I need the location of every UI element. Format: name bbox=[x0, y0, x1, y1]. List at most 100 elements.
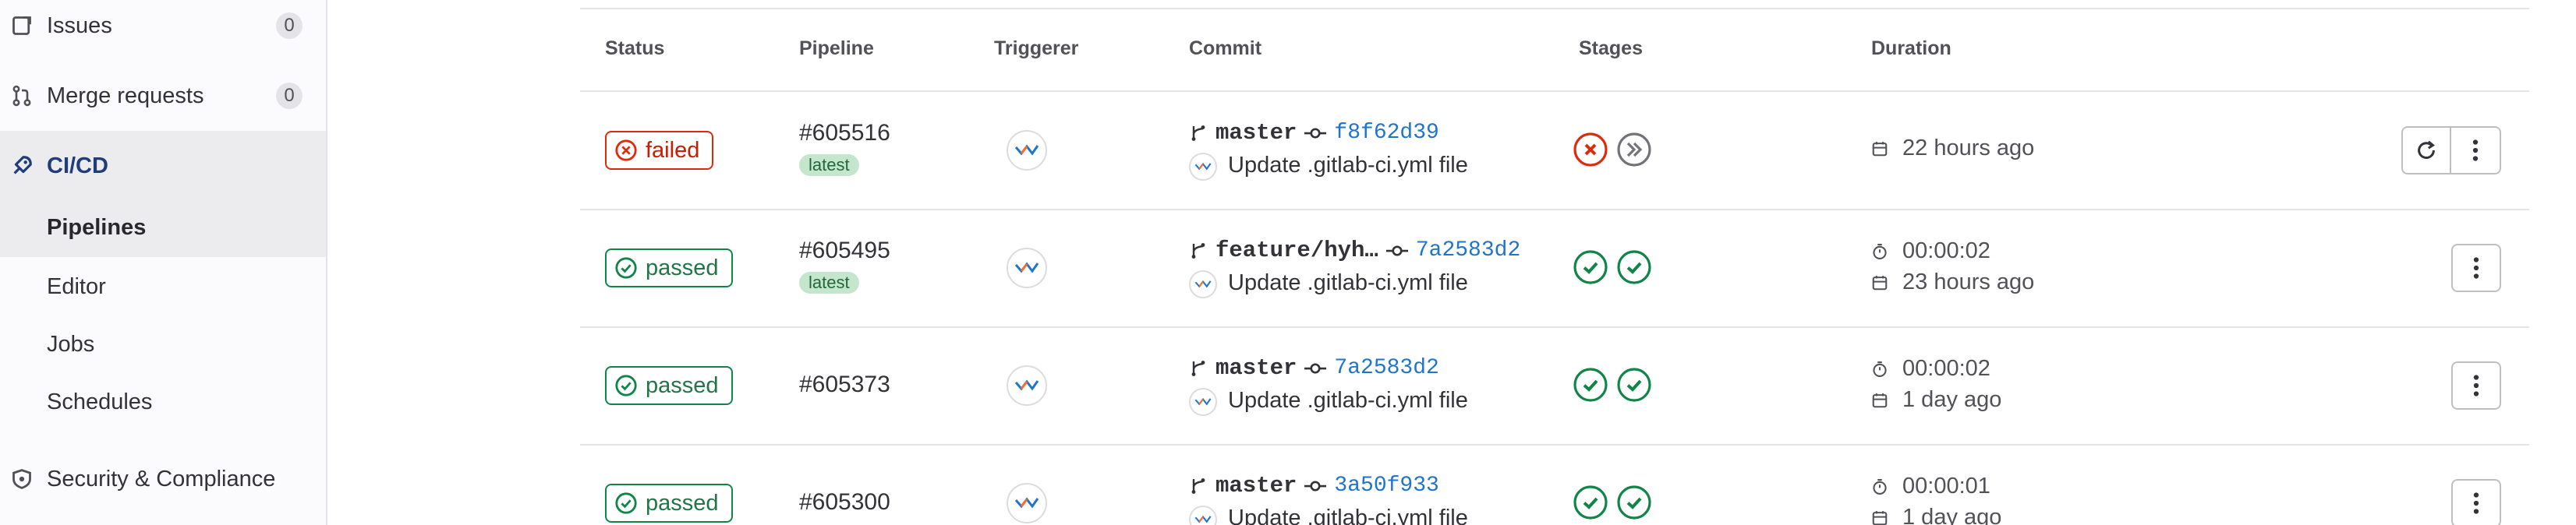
stage-passed-icon[interactable] bbox=[1573, 368, 1608, 402]
commit-author-avatar[interactable] bbox=[1189, 270, 1217, 298]
commit-ref-line: master 3a50f933 bbox=[1189, 473, 1439, 499]
issues-icon bbox=[9, 13, 34, 38]
column-header-stages: Stages bbox=[1579, 37, 1643, 59]
branch-link[interactable]: master bbox=[1215, 120, 1297, 146]
sidebar-subitem-pipelines[interactable]: Pipelines bbox=[0, 201, 326, 257]
triggerer-avatar[interactable] bbox=[1007, 365, 1047, 406]
shield-icon bbox=[9, 467, 34, 492]
commit-message-link[interactable]: Update .gitlab-ci.yml file bbox=[1228, 388, 1468, 414]
status-badge-failed[interactable]: failed bbox=[605, 131, 714, 170]
sidebar-item-label: Security & Compliance bbox=[47, 466, 276, 492]
merge-request-icon bbox=[9, 83, 34, 108]
more-actions-button[interactable] bbox=[2451, 361, 2501, 410]
branch-link[interactable]: feature/hyh… bbox=[1215, 238, 1378, 263]
retry-icon bbox=[2418, 140, 2435, 159]
column-header-pipeline: Pipeline bbox=[799, 37, 874, 59]
latest-badge: latest bbox=[799, 272, 859, 294]
status-label: passed bbox=[646, 490, 719, 516]
pipeline-id-link[interactable]: #605373 bbox=[799, 372, 890, 398]
sidebar-item-issues[interactable]: Issues 0 bbox=[0, 6, 326, 45]
finished-label: 1 day ago bbox=[1902, 505, 2002, 525]
commit-ref-line: master 7a2583d2 bbox=[1189, 355, 1439, 381]
sidebar-subitem-jobs[interactable]: Jobs bbox=[0, 322, 326, 366]
more-actions-icon bbox=[2473, 492, 2479, 514]
branch-icon bbox=[1191, 477, 1205, 494]
calendar-icon bbox=[1872, 510, 1888, 525]
stage-skipped-icon[interactable] bbox=[1617, 132, 1651, 167]
status-badge-passed[interactable]: passed bbox=[605, 248, 733, 287]
divider bbox=[580, 326, 2529, 328]
duration-time: 00:00:02 bbox=[1871, 238, 1990, 264]
finished-label: 22 hours ago bbox=[1902, 136, 2035, 160]
commit-sha-link[interactable]: 7a2583d2 bbox=[1416, 238, 1520, 262]
more-actions-icon bbox=[2473, 375, 2479, 396]
latest-badge: latest bbox=[799, 154, 859, 176]
sidebar-item-label: Issues bbox=[47, 12, 112, 38]
calendar-icon bbox=[1872, 393, 1888, 407]
stage-passed-icon[interactable] bbox=[1617, 368, 1651, 402]
finished-time: 1 day ago bbox=[1871, 387, 2001, 413]
stage-failed-icon[interactable] bbox=[1573, 132, 1608, 167]
status-passed-icon bbox=[615, 257, 637, 279]
stage-passed-icon[interactable] bbox=[1617, 250, 1651, 284]
sidebar-item-cicd[interactable]: CI/CD bbox=[0, 131, 326, 201]
duration-time: 00:00:01 bbox=[1871, 474, 1990, 499]
status-badge-passed[interactable]: passed bbox=[605, 484, 733, 523]
stage-passed-icon[interactable] bbox=[1617, 485, 1651, 520]
rocket-icon bbox=[9, 153, 34, 178]
duration-label: 00:00:02 bbox=[1902, 238, 1990, 263]
table-top-border bbox=[580, 8, 2529, 9]
timer-icon bbox=[1873, 361, 1887, 377]
commit-author-avatar[interactable] bbox=[1189, 506, 1217, 525]
finished-time: 23 hours ago bbox=[1871, 270, 2034, 295]
finished-label: 1 day ago bbox=[1902, 387, 2002, 412]
sidebar-subitem-editor[interactable]: Editor bbox=[0, 265, 326, 308]
more-actions-button[interactable] bbox=[2451, 126, 2501, 174]
stage-passed-icon[interactable] bbox=[1573, 485, 1608, 520]
branch-icon bbox=[1191, 125, 1205, 141]
branch-link[interactable]: master bbox=[1215, 355, 1297, 381]
column-header-status: Status bbox=[605, 37, 665, 59]
column-header-commit: Commit bbox=[1189, 37, 1262, 59]
timer-icon bbox=[1873, 478, 1887, 495]
triggerer-avatar[interactable] bbox=[1007, 483, 1047, 523]
count-badge: 0 bbox=[276, 12, 303, 39]
sidebar-subitem-label: Pipelines bbox=[47, 215, 147, 240]
status-label: passed bbox=[646, 372, 719, 398]
divider bbox=[580, 209, 2529, 210]
more-actions-button[interactable] bbox=[2451, 479, 2501, 525]
branch-icon bbox=[1191, 360, 1205, 376]
commit-icon bbox=[1304, 480, 1327, 492]
commit-sha-link[interactable]: 3a50f933 bbox=[1334, 474, 1438, 498]
pipeline-id-link[interactable]: #605495 bbox=[799, 238, 890, 264]
calendar-icon bbox=[1872, 141, 1888, 156]
duration-time: 00:00:02 bbox=[1871, 356, 1990, 382]
commit-message-link[interactable]: Update .gitlab-ci.yml file bbox=[1228, 506, 1468, 525]
stage-passed-icon[interactable] bbox=[1573, 250, 1608, 284]
duration-label: 00:00:02 bbox=[1902, 356, 1990, 381]
count-badge: 0 bbox=[276, 83, 303, 109]
status-badge-passed[interactable]: passed bbox=[605, 366, 733, 405]
more-actions-button[interactable] bbox=[2451, 244, 2501, 292]
sidebar-item-label: Merge requests bbox=[47, 83, 204, 108]
branch-link[interactable]: master bbox=[1215, 473, 1297, 499]
commit-sha-link[interactable]: 7a2583d2 bbox=[1334, 356, 1438, 380]
finished-time: 1 day ago bbox=[1871, 505, 2001, 525]
pipeline-id-link[interactable]: #605300 bbox=[799, 489, 890, 516]
commit-message-link[interactable]: Update .gitlab-ci.yml file bbox=[1228, 270, 1468, 296]
sidebar-item-merge-requests[interactable]: Merge requests 0 bbox=[0, 76, 326, 115]
commit-message-link[interactable]: Update .gitlab-ci.yml file bbox=[1228, 153, 1468, 178]
divider bbox=[580, 90, 2529, 92]
sidebar-item-security[interactable]: Security & Compliance bbox=[0, 460, 326, 499]
commit-author-avatar[interactable] bbox=[1189, 388, 1217, 416]
commit-author-avatar[interactable] bbox=[1189, 153, 1217, 181]
triggerer-avatar[interactable] bbox=[1007, 130, 1047, 171]
retry-button[interactable] bbox=[2401, 126, 2451, 174]
branch-icon bbox=[1191, 242, 1205, 259]
calendar-icon bbox=[1872, 275, 1888, 290]
pipeline-id-link[interactable]: #605516 bbox=[799, 120, 890, 146]
sidebar-subitem-label: Jobs bbox=[47, 332, 95, 357]
commit-sha-link[interactable]: f8f62d39 bbox=[1334, 121, 1438, 145]
triggerer-avatar[interactable] bbox=[1007, 248, 1047, 288]
sidebar-subitem-schedules[interactable]: Schedules bbox=[0, 380, 326, 424]
